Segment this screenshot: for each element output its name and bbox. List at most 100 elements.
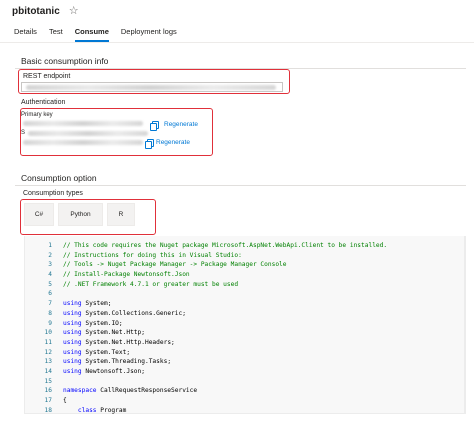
language-selector: C# Python R — [24, 203, 139, 226]
code-text: using System.Text; — [63, 348, 130, 358]
code-line: 4 // Install-Package Newtonsoft.Json — [25, 270, 466, 280]
code-text: // This code requires the Nuget package … — [63, 242, 388, 249]
code-rest: Program — [96, 406, 127, 414]
line-number: 2 — [48, 251, 52, 259]
line-number: 4 — [48, 271, 52, 279]
tabs-divider — [0, 42, 474, 43]
line-number: 10 — [44, 329, 52, 337]
code-keyword: using — [63, 338, 82, 346]
code-line: 10 using System.Net.Http; — [25, 328, 466, 338]
page-title: pbitotanic — [12, 5, 60, 17]
redacted-secondary-key — [23, 140, 143, 145]
code-text: using System.Collections.Generic; — [63, 309, 186, 319]
lang-csharp-button[interactable]: C# — [24, 203, 54, 226]
code-rest: System.Collections.Generic; — [81, 309, 186, 317]
code-line: 18 class Program — [25, 406, 466, 416]
code-line: 16 namespace CallRequestResponseService — [25, 386, 466, 396]
code-line: 3 // Tools -> Nuget Package Manager -> Pa… — [25, 260, 466, 270]
code-line: 6 — [25, 289, 466, 299]
redacted-endpoint — [26, 85, 276, 90]
code-text: class Program — [63, 406, 126, 416]
rest-endpoint-field[interactable] — [21, 82, 283, 92]
code-line: 2 // Instructions for doing this in Visua… — [25, 251, 466, 261]
code-text: using System.Threading.Tasks; — [63, 357, 171, 367]
code-line: 12 using System.Text; — [25, 348, 466, 358]
code-rest: System.IO; — [81, 319, 123, 327]
code-text: namespace CallRequestResponseService — [63, 386, 197, 396]
title-row: pbitotanic ☆ — [12, 4, 79, 18]
redacted-secondary-label — [28, 131, 148, 136]
rest-endpoint-label: REST endpoint — [23, 73, 71, 80]
code-lines: 1 // This code requires the Nuget package… — [25, 241, 466, 415]
code-text: { — [63, 397, 67, 404]
line-number: 1 — [48, 242, 52, 249]
code-text: using Newtonsoft.Json; — [63, 367, 145, 377]
code-rest: System.Net.Http; — [81, 329, 145, 337]
code-keyword: using — [63, 309, 82, 317]
code-line: 1 // This code requires the Nuget package… — [25, 241, 466, 251]
line-number: 16 — [44, 387, 52, 395]
consumption-option-title: Consumption option — [21, 173, 97, 183]
code-text: using System.Net.Http.Headers; — [63, 338, 175, 348]
copy-secondary-key-icon[interactable] — [145, 139, 154, 149]
consumption-types-label: Consumption types — [23, 190, 83, 197]
code-rest: System.Net.Http.Headers; — [81, 338, 175, 346]
code-text: using System.IO; — [63, 319, 123, 329]
line-number: 7 — [48, 300, 52, 308]
code-rest: CallRequestResponseService — [96, 387, 198, 395]
line-number: 8 — [48, 309, 52, 317]
line-number: 5 — [48, 280, 52, 288]
code-editor[interactable]: 1 // This code requires the Nuget package… — [24, 236, 466, 414]
lang-r-button[interactable]: R — [107, 203, 135, 226]
code-keyword: class — [63, 406, 97, 414]
lang-python-button[interactable]: Python — [58, 203, 103, 226]
code-line: 17 { — [25, 396, 466, 406]
line-number: 13 — [44, 358, 52, 366]
tab-test[interactable]: Test — [49, 24, 63, 42]
code-line: 8 using System.Collections.Generic; — [25, 309, 466, 319]
code-line: 11 using System.Net.Http.Headers; — [25, 338, 466, 348]
section-divider — [15, 185, 466, 186]
line-number: 14 — [44, 367, 52, 375]
code-line: 7 using System; — [25, 299, 466, 309]
code-keyword: namespace — [63, 387, 97, 395]
code-rest: System.Text; — [81, 348, 131, 356]
line-number: 12 — [44, 348, 52, 356]
tab-consume[interactable]: Consume — [74, 24, 109, 42]
code-keyword: using — [63, 367, 82, 375]
code-line: 5 // .NET Framework 4.7.1 or greater must… — [25, 280, 466, 290]
line-number: 6 — [48, 290, 52, 298]
code-keyword: using — [63, 358, 82, 366]
favorite-star-icon[interactable]: ☆ — [69, 5, 79, 17]
tab-bar: Details Test Consume Deployment logs — [14, 24, 189, 42]
code-line: 14 using Newtonsoft.Json; — [25, 367, 466, 377]
redacted-primary-key — [23, 121, 143, 126]
tab-details[interactable]: Details — [14, 24, 37, 42]
code-keyword: using — [63, 319, 82, 327]
line-number: 11 — [44, 338, 52, 346]
code-line: 9 using System.IO; — [25, 319, 466, 329]
regenerate-primary-button[interactable]: Regenerate — [164, 121, 198, 128]
code-line: 15 — [25, 377, 466, 387]
tab-deployment-logs[interactable]: Deployment logs — [121, 24, 177, 42]
code-text: using System.Net.Http; — [63, 328, 145, 338]
code-text: // .NET Framework 4.7.1 or greater must … — [63, 280, 239, 288]
secondary-key-label: S — [21, 130, 26, 136]
line-number: 9 — [48, 319, 52, 327]
code-scrollbar[interactable] — [464, 236, 466, 414]
authentication-label: Authentication — [21, 99, 66, 106]
line-number: 3 — [48, 261, 52, 269]
line-number: 18 — [44, 406, 52, 414]
line-number: 17 — [44, 397, 52, 404]
regenerate-secondary-button[interactable]: Regenerate — [156, 139, 190, 146]
code-text: // Install-Package Newtonsoft.Json — [63, 271, 190, 279]
code-text: // Instructions for doing this in Visual… — [63, 251, 242, 259]
code-text: // Tools -> Nuget Package Manager -> Pac… — [63, 261, 287, 269]
basic-consumption-title: Basic consumption info — [21, 56, 109, 66]
line-number: 15 — [44, 377, 52, 385]
section-divider — [15, 68, 466, 69]
code-rest: System.Threading.Tasks; — [81, 358, 172, 366]
code-rest: System; — [81, 300, 112, 308]
copy-primary-key-icon[interactable] — [150, 121, 159, 131]
code-line: 13 using System.Threading.Tasks; — [25, 357, 466, 367]
